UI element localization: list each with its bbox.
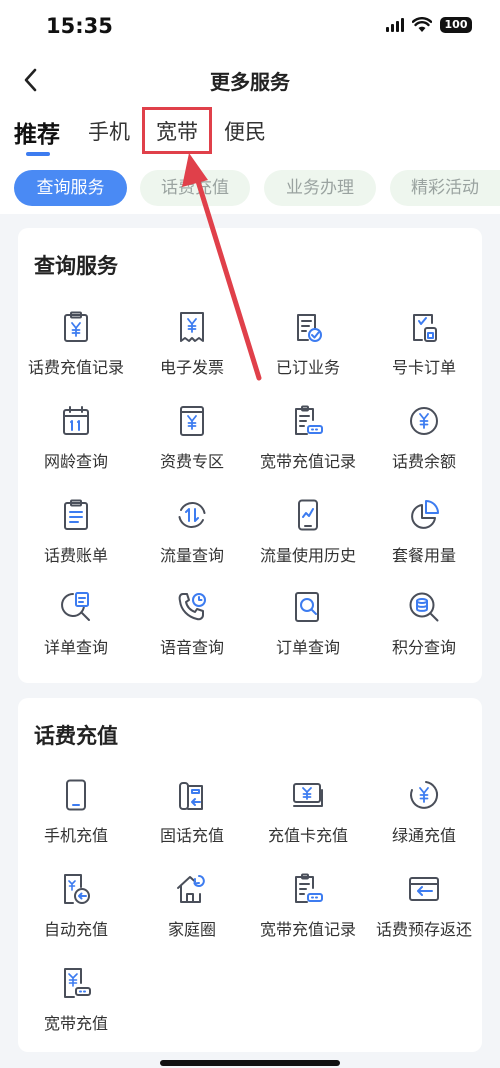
grid-item-label: 详单查询 [43,638,108,657]
bill-record-icon [64,311,88,342]
grid-item-phone-recharge[interactable]: 手机充值 [18,778,134,870]
green-recharge-icon [410,781,439,809]
grid-item-label: 宽带充值记录 [259,920,356,939]
grid-item-voice-search[interactable]: 语音查询 [134,590,250,682]
grid-item-label: 号卡订单 [391,358,456,377]
category-tabs: 推荐 手机 宽带 便民 [0,104,500,162]
grid-item-label: 电子发票 [159,358,224,377]
sim-order-icon [413,314,437,342]
status-icons: 100 [386,17,472,33]
grid-item-data-usage[interactable]: 流量查询 [134,498,250,590]
grid-item-label: 话费预存返还 [375,920,472,939]
invoice-icon [180,312,204,342]
section-title: 查询服务 [34,254,118,278]
chip-recharge[interactable]: 话费充值 [140,170,250,206]
grid-item-label: 话费余额 [391,452,456,471]
broadband-recharge-icon [64,968,91,998]
grid-item-label: 语音查询 [159,638,224,657]
grid-item-label: 固话充值 [159,826,224,845]
grid-item-label: 家庭圈 [167,920,216,939]
prepay-refund-icon [409,877,439,901]
chip-query-service[interactable]: 查询服务 [14,170,127,206]
grid-item-label: 已订业务 [275,358,340,377]
bill-icon [64,499,88,530]
grid-item-points-search[interactable]: 积分查询 [366,590,482,682]
grid-item-green-recharge[interactable]: 绿通充值 [366,778,482,870]
tariff-icon [180,406,204,436]
data-usage-icon [178,501,206,529]
grid-item-landline-recharge[interactable]: 固话充值 [134,778,250,870]
battery-icon: 100 [440,17,472,33]
auto-recharge-icon [64,874,90,904]
grid-item-label: 手机充值 [43,826,108,845]
order-search-icon [295,592,319,622]
grid-item-bill-record[interactable]: 话费充值记录 [18,310,134,402]
annotation-highlight-box [142,107,212,154]
landline-recharge-icon [179,782,203,810]
grid-item-bill[interactable]: 话费账单 [18,498,134,590]
grid-item-broadband-record[interactable]: 宽带充值记录 [250,404,366,496]
data-history-icon [298,499,318,531]
grid-item-label: 充值卡充值 [267,826,348,845]
page-title: 更多服务 [210,70,290,94]
grid-item-broadband-record-2[interactable]: 宽带充值记录 [250,872,366,964]
grid-item-label: 流量使用历史 [259,546,356,565]
grid-item-label: 宽带充值 [43,1014,108,1033]
wifi-icon [412,17,432,32]
grid-item-tariff[interactable]: 资费专区 [134,404,250,496]
card-recharge-icon [293,783,323,807]
grid-item-family[interactable]: 家庭圈 [134,872,250,964]
grid-item-package-usage[interactable]: 套餐用量 [366,498,482,590]
tab-mobile[interactable]: 手机 [88,116,130,146]
tab-recommend[interactable]: 推荐 [14,115,60,149]
nav-bar: 更多服务 [0,56,500,104]
tab-active-indicator [26,152,50,156]
balance-icon [410,407,438,435]
grid-item-broadband-recharge[interactable]: 宽带充值 [18,966,134,1058]
grid-item-auto-recharge[interactable]: 自动充值 [18,872,134,964]
grid-item-label: 资费专区 [159,452,224,471]
grid-item-label: 订单查询 [275,638,340,657]
grid-item-label: 绿通充值 [391,826,456,845]
grid-item-label: 话费充值记录 [27,358,124,377]
grid-item-label: 流量查询 [159,546,224,565]
grid-item-label: 话费账单 [43,546,108,565]
grid-item-order-search[interactable]: 订单查询 [250,590,366,682]
signal-icon [386,18,404,32]
grid-item-label: 网龄查询 [43,452,108,471]
calendar-icon [63,406,89,435]
section-title: 话费充值 [34,724,118,748]
broadband-record-icon [295,873,323,903]
detail-search-icon [61,592,90,621]
grid-item-detail-search[interactable]: 详单查询 [18,590,134,682]
family-icon [177,875,205,903]
grid-item-balance[interactable]: 话费余额 [366,404,482,496]
grid-item-subscribed[interactable]: 已订业务 [250,310,366,402]
home-indicator [160,1060,340,1066]
status-bar: 15:35 100 [0,0,500,56]
grid-item-sim-order[interactable]: 号卡订单 [366,310,482,402]
chip-business[interactable]: 业务办理 [264,170,376,206]
grid-item-card-recharge[interactable]: 充值卡充值 [250,778,366,870]
grid-item-label: 自动充值 [43,920,108,939]
grid-item-label: 积分查询 [391,638,456,657]
grid-item-data-history[interactable]: 流量使用历史 [250,498,366,590]
package-usage-icon [411,500,439,529]
tab-convenience[interactable]: 便民 [224,116,266,146]
points-search-icon [409,592,439,622]
broadband-record-icon [295,405,323,435]
subscribed-icon [297,314,322,342]
query-service-card: 查询服务 话费充值记录 电子发票 已订业务 号卡订单 网龄查询 资费专区 宽带充… [18,228,482,683]
grid-item-invoice[interactable]: 电子发票 [134,310,250,402]
grid-item-prepay-refund[interactable]: 话费预存返还 [366,872,482,964]
status-time: 15:35 [46,14,113,38]
grid-item-net-age[interactable]: 网龄查询 [18,404,134,496]
section-chips: 查询服务 话费充值 业务办理 精彩活动 [0,162,500,214]
grid-item-label: 套餐用量 [391,546,456,565]
recharge-card: 话费充值 手机充值 固话充值 充值卡充值 绿通充值 自动充值 家庭圈 宽带充值记… [18,698,482,1052]
grid-item-label: 宽带充值记录 [259,452,356,471]
chip-activities[interactable]: 精彩活动 [390,170,500,206]
phone-recharge-icon [66,779,86,811]
voice-search-icon [178,593,206,621]
